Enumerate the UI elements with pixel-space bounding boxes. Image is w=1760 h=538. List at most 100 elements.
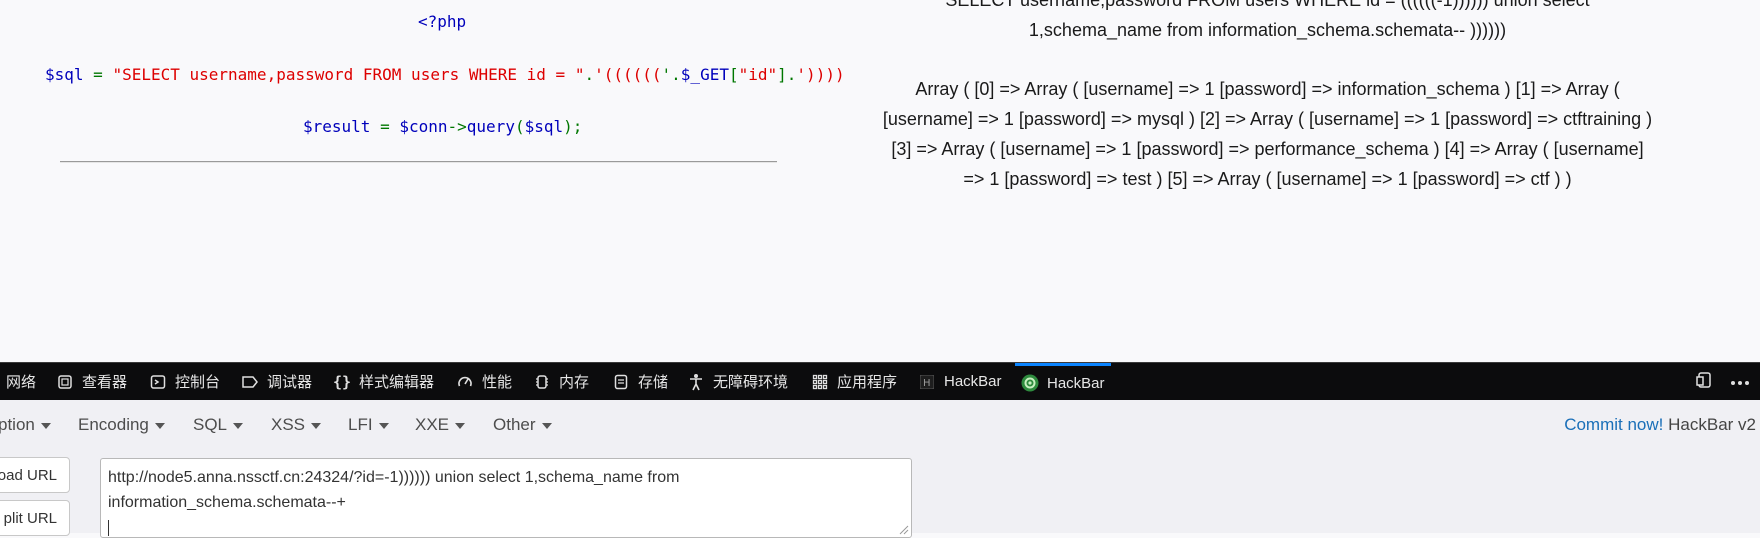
split-url-button[interactable]: plit URL	[0, 500, 70, 536]
debugger-icon	[241, 373, 259, 391]
tab-label: 查看器	[82, 374, 128, 391]
chevron-down-icon	[311, 422, 322, 429]
svg-text:H: H	[923, 378, 931, 389]
inspector-icon	[56, 373, 74, 391]
chevron-down-icon	[233, 422, 244, 429]
hackbar-logo-icon	[1021, 374, 1039, 392]
style-editor-icon: {}	[332, 372, 352, 391]
chevron-down-icon	[154, 422, 165, 429]
tab-label: HackBar	[1047, 374, 1105, 392]
commit-area: Commit now! HackBar v2	[1564, 415, 1756, 435]
sql-argument: $sql	[524, 117, 564, 136]
sql-string-1: "SELECT username,password FROM users WHE…	[112, 65, 585, 84]
horizontal-rule	[60, 161, 777, 163]
tab-style-editor[interactable]: {} 样式编辑器	[333, 363, 434, 400]
sql-string-3: '))))));";	[796, 65, 845, 84]
php-source-code: <?php $sql = "SELECT username,password F…	[0, 0, 845, 362]
commit-now-link[interactable]: Commit now!	[1564, 415, 1663, 434]
tab-application[interactable]: 应用程序	[811, 363, 897, 400]
bracket-open: [	[728, 65, 739, 84]
tab-label: 内存	[559, 374, 590, 391]
tab-hackbar-legacy[interactable]: H HackBar	[918, 363, 1002, 400]
tab-performance[interactable]: 性能	[456, 363, 512, 400]
tab-memory[interactable]: 内存	[533, 363, 589, 400]
assign-operator: =	[370, 117, 400, 136]
dock-side-icon[interactable]	[1696, 371, 1714, 393]
chevron-down-icon	[455, 422, 466, 429]
tab-label: HackBar	[944, 373, 1002, 390]
menu-label: LFI	[348, 415, 373, 434]
sql-assignment-line: $sql = "SELECT username,password FROM us…	[45, 65, 845, 84]
more-options-icon[interactable]	[1730, 373, 1750, 390]
memory-icon	[533, 373, 551, 391]
sql-string-2: '((((((	[594, 65, 662, 84]
page-content: <?php $sql = "SELECT username,password F…	[0, 0, 1760, 362]
devtools-toolbar: 网络 查看器 控制台 调试器 {} 样式编辑器 性能 内存 存储 无障碍环境 应…	[0, 362, 1760, 400]
sql-menu[interactable]: SQL	[193, 415, 244, 435]
tab-label: 调试器	[267, 374, 313, 391]
xxe-menu[interactable]: XXE	[415, 415, 466, 435]
lfi-menu[interactable]: LFI	[348, 415, 389, 435]
performance-icon	[456, 373, 474, 391]
tab-network[interactable]: 网络	[6, 363, 36, 400]
url-textarea[interactable]: http://node5.anna.nssctf.cn:24324/?id=-1…	[100, 458, 912, 538]
executed-query-text: SELECT username,password FROM users WHER…	[945, 0, 1590, 40]
arrow-operator: ->	[447, 117, 467, 136]
tab-accessibility[interactable]: 无障碍环境	[687, 363, 788, 400]
concat-operator: .	[786, 65, 797, 84]
menu-label: ption	[0, 415, 35, 434]
menu-label: Other	[493, 415, 536, 434]
tab-hackbar[interactable]: HackBar	[1015, 363, 1111, 400]
chevron-down-icon	[378, 422, 389, 429]
result-array-text: Array ( [0] => Array ( [username] => 1 […	[882, 79, 1653, 189]
query-method: query	[466, 117, 515, 136]
tab-label: 存储	[638, 374, 669, 391]
assign-operator: =	[83, 65, 113, 84]
conn-variable: $conn	[399, 117, 448, 136]
sql-variable: $sql	[45, 65, 84, 84]
tab-label: 样式编辑器	[359, 374, 435, 391]
concat-operator: '.	[661, 65, 681, 84]
hackbar-version: HackBar v2	[1668, 415, 1756, 434]
result-variable: $result	[303, 117, 371, 136]
get-superglobal: $_GET	[680, 65, 729, 84]
chevron-down-icon	[541, 422, 552, 429]
tab-debugger[interactable]: 调试器	[241, 363, 312, 400]
storage-icon	[612, 373, 630, 391]
application-icon	[811, 373, 829, 391]
bracket-close: ]	[777, 65, 787, 84]
get-key: "id"	[738, 65, 778, 84]
menu-label: XSS	[271, 415, 306, 434]
load-url-button[interactable]: oad URL	[0, 457, 70, 493]
tab-label: 控制台	[175, 374, 221, 391]
menu-label: SQL	[193, 415, 228, 434]
tab-label: 性能	[482, 374, 513, 391]
hackbar-menu: ption Encoding SQL XSS LFI XXE Other Com…	[0, 400, 1760, 450]
accessibility-icon	[687, 373, 705, 391]
tab-label: 无障碍环境	[713, 374, 789, 391]
paren-open: (	[514, 117, 525, 136]
resize-grip-icon[interactable]	[899, 525, 909, 535]
tab-inspector[interactable]: 查看器	[56, 363, 127, 400]
url-value: http://node5.anna.nssctf.cn:24324/?id=-1…	[108, 469, 680, 511]
encoding-menu[interactable]: Encoding	[78, 415, 165, 435]
other-menu[interactable]: Other	[493, 415, 552, 435]
menu-label: Encoding	[78, 415, 149, 434]
paren-close: );	[563, 117, 583, 136]
chevron-down-icon	[40, 422, 51, 429]
xss-menu[interactable]: XSS	[271, 415, 322, 435]
button-label: oad URL	[0, 466, 57, 484]
tab-storage[interactable]: 存储	[612, 363, 668, 400]
concat-operator: .	[584, 65, 595, 84]
devtools-controls	[1696, 363, 1750, 400]
tab-console[interactable]: 控制台	[149, 363, 220, 400]
tab-label: 网络	[6, 374, 37, 391]
hackbar-icon: H	[918, 373, 936, 391]
text-cursor	[108, 519, 109, 536]
hackbar-panel: ption Encoding SQL XSS LFI XXE Other Com…	[0, 400, 1760, 538]
menu-label: XXE	[415, 415, 450, 434]
php-open-tag: <?php	[418, 12, 467, 31]
result-assignment-line: $result = $conn->query($sql);	[303, 117, 582, 136]
encryption-menu[interactable]: ption	[0, 415, 51, 435]
button-label: plit URL	[3, 509, 57, 527]
